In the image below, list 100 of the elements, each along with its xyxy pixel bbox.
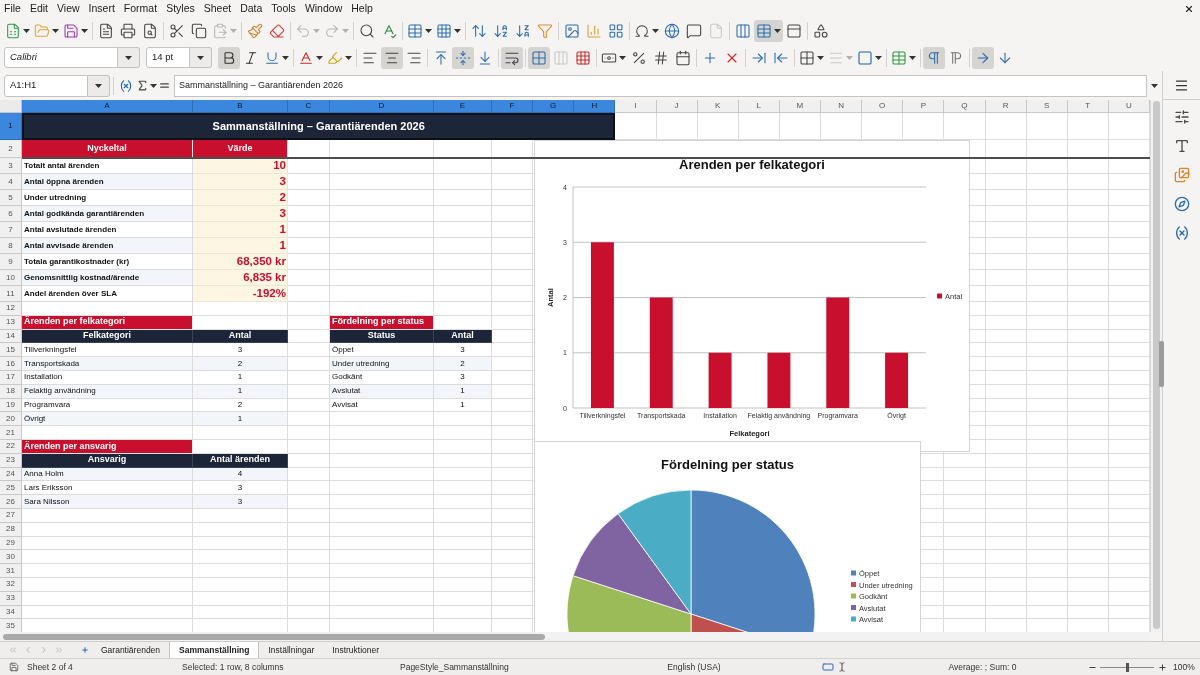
row-header[interactable]: 4 xyxy=(0,174,22,190)
dropdown-button[interactable] xyxy=(190,47,212,68)
column-header[interactable]: B xyxy=(193,100,288,113)
vertical-scrollbar[interactable] xyxy=(1150,100,1162,632)
column-header[interactable]: F xyxy=(492,100,534,113)
menu-item[interactable]: Format xyxy=(123,3,158,14)
column-header[interactable]: T xyxy=(1067,100,1109,113)
row-header[interactable]: 9 xyxy=(0,254,22,270)
zoom-percentage: 100% xyxy=(1173,660,1195,674)
sheet-tab[interactable]: Inställningar xyxy=(259,642,324,658)
four-squares-icon xyxy=(608,22,624,39)
menu-item[interactable]: File xyxy=(4,3,21,14)
empty-cell xyxy=(434,286,492,302)
column-header[interactable]: M xyxy=(779,100,821,113)
empty-cell xyxy=(1026,315,1068,330)
align-center-button[interactable] xyxy=(381,46,403,69)
empty-cell xyxy=(1026,357,1068,371)
empty-cell xyxy=(985,495,1027,509)
row-header[interactable]: 26 xyxy=(0,495,22,509)
empty-cell xyxy=(1067,315,1109,330)
empty-cell xyxy=(1026,371,1068,385)
sheet-tab[interactable]: Sammanställning xyxy=(169,642,260,658)
name-box[interactable]: A1:H1 xyxy=(4,74,88,97)
column-header[interactable]: H xyxy=(574,100,616,113)
column-header[interactable]: U xyxy=(1108,100,1150,113)
sheet-tab[interactable]: Garantiärenden xyxy=(92,642,170,658)
empty-cell xyxy=(434,453,492,468)
row-header[interactable]: 12 xyxy=(0,302,22,316)
row-header[interactable]: 11 xyxy=(0,286,22,302)
sheet-tab[interactable]: Instruktioner xyxy=(323,642,389,658)
empty-cell xyxy=(1067,536,1109,551)
empty-cell xyxy=(1026,508,1068,523)
merge-center-button[interactable] xyxy=(528,46,550,69)
row-header[interactable]: 1 xyxy=(0,113,22,140)
column-header[interactable]: N xyxy=(821,100,863,113)
column-header[interactable]: L xyxy=(738,100,780,113)
row-header[interactable]: 3 xyxy=(0,158,22,174)
rectangle-icon[interactable] xyxy=(821,661,834,673)
double-chevron-left-icon xyxy=(7,645,18,655)
row-header[interactable]: 35 xyxy=(0,619,22,632)
column-header[interactable]: E xyxy=(434,100,492,113)
column-header[interactable]: C xyxy=(288,100,330,113)
empty-cell xyxy=(1067,412,1109,427)
horizontal-text-button[interactable] xyxy=(972,46,994,69)
row-header[interactable]: 25 xyxy=(0,481,22,496)
row-header[interactable]: 10 xyxy=(0,270,22,286)
zoom-in-button[interactable] xyxy=(1157,662,1167,672)
row-header[interactable]: 30 xyxy=(0,550,22,565)
menu-item[interactable]: View xyxy=(57,3,80,14)
row-header[interactable]: 31 xyxy=(0,564,22,578)
wrap-text-button[interactable] xyxy=(501,46,523,69)
row-header[interactable]: 16 xyxy=(0,357,22,371)
column-header[interactable]: O xyxy=(862,100,904,113)
row-header[interactable]: 5 xyxy=(0,190,22,206)
hash-icon xyxy=(653,49,669,66)
menu-item[interactable]: Sheet xyxy=(203,3,232,14)
align-middle-button[interactable] xyxy=(452,46,474,69)
column-header[interactable]: J xyxy=(656,100,698,113)
column-header[interactable]: K xyxy=(697,100,739,113)
zoom-slider-thumb[interactable] xyxy=(1125,662,1129,672)
font-name-field[interactable]: Calibri xyxy=(4,47,118,68)
menu-item[interactable]: Insert xyxy=(88,3,115,14)
dropdown-button[interactable] xyxy=(118,47,140,68)
sort-ascending-icon xyxy=(493,22,509,39)
dropdown-button[interactable] xyxy=(88,74,110,97)
menu-item[interactable]: Tools xyxy=(271,3,296,14)
menu-item[interactable]: Edit xyxy=(29,3,48,14)
row-header[interactable]: 8 xyxy=(0,238,22,254)
empty-cell xyxy=(944,591,986,606)
text-cursor-icon[interactable] xyxy=(836,662,847,672)
menu-item[interactable]: Help xyxy=(351,3,373,14)
font-size-field[interactable]: 14 pt xyxy=(146,47,190,68)
sidebar-collapse-handle[interactable] xyxy=(1159,341,1164,387)
bold-button[interactable] xyxy=(218,46,240,69)
column-header[interactable]: P xyxy=(903,100,945,113)
table-cell: 3 xyxy=(434,343,492,358)
column-header[interactable]: I xyxy=(615,100,657,113)
row-header[interactable]: 20 xyxy=(0,412,22,427)
column-header[interactable]: D xyxy=(330,100,434,113)
column-header[interactable]: G xyxy=(533,100,575,113)
empty-cell xyxy=(434,467,492,482)
caret-icon xyxy=(95,83,102,88)
freeze-button[interactable] xyxy=(754,19,783,42)
column-header[interactable]: A xyxy=(22,100,193,113)
menu-item[interactable]: Styles xyxy=(166,3,195,14)
empty-cell xyxy=(944,453,986,468)
menu-item[interactable]: Window xyxy=(304,3,343,14)
menu-item[interactable]: Data xyxy=(240,3,263,14)
column-header[interactable]: Q xyxy=(944,100,986,113)
globe-icon xyxy=(664,22,680,39)
zoom-slider[interactable] xyxy=(1100,662,1154,672)
column-header[interactable]: S xyxy=(1026,100,1068,113)
row-header[interactable]: 6 xyxy=(0,206,22,222)
left-to-right-button[interactable] xyxy=(923,46,945,69)
row-header[interactable]: 2 xyxy=(0,140,22,158)
column-header[interactable]: R xyxy=(985,100,1027,113)
row-header[interactable]: 15 xyxy=(0,343,22,358)
formula-input[interactable]: Sammanställning – Garantiärenden 2026 xyxy=(174,74,1147,97)
row-header[interactable]: 21 xyxy=(0,426,22,440)
row-header[interactable]: 7 xyxy=(0,222,22,238)
